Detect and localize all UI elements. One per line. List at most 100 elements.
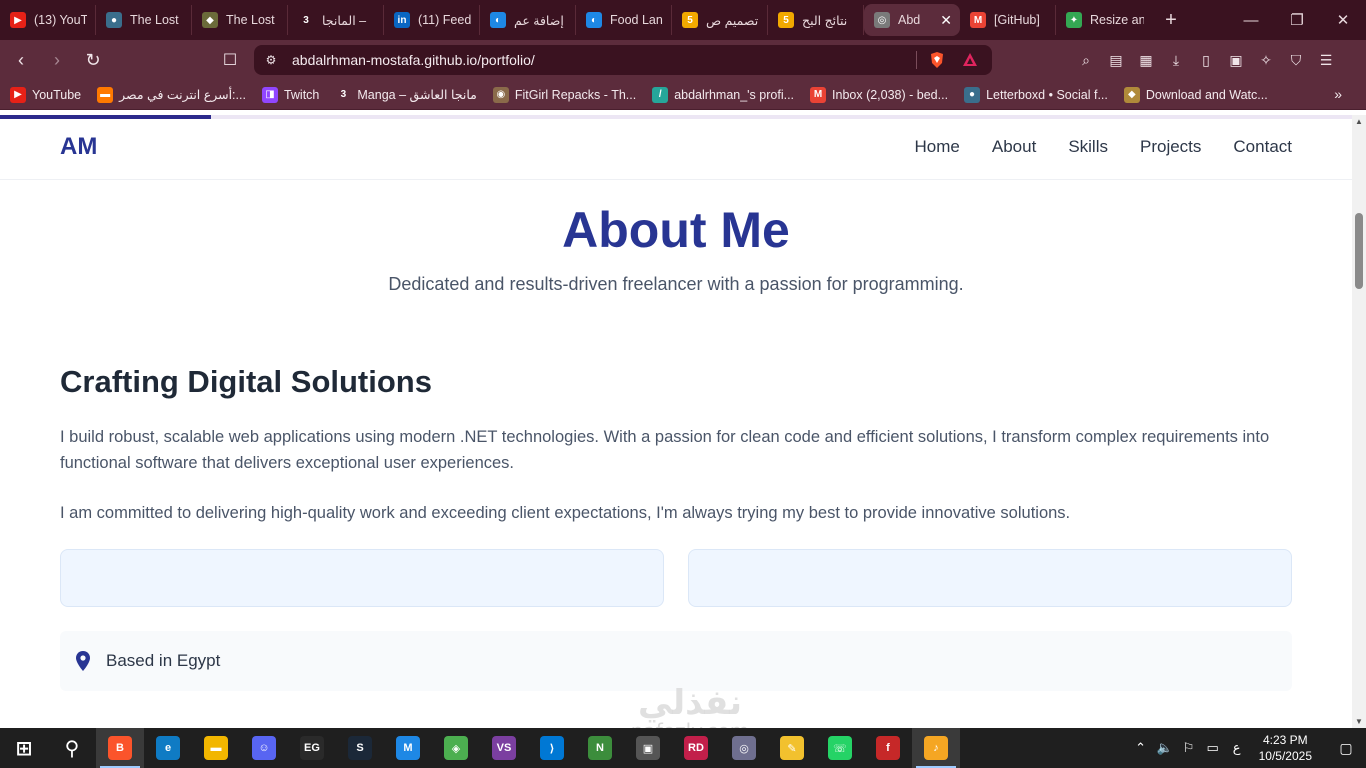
taskbar-app[interactable]: ◎ [720,728,768,768]
taskbar-app[interactable]: ⟩ [528,728,576,768]
taskbar-app[interactable]: ⊞ [0,728,48,768]
sidebar-icon[interactable]: ▯ [1194,48,1218,72]
tab-11[interactable]: ✦ Resize an [1056,5,1152,35]
scroll-down-arrow-icon[interactable]: ▼ [1355,717,1363,726]
scrollbar-thumb[interactable] [1355,213,1363,289]
bookmark-item[interactable]: M Inbox (2,038) - bed... [810,86,948,103]
nav-projects[interactable]: Projects [1140,137,1201,157]
site-settings-icon[interactable]: ⚙ [264,53,278,67]
reader-mode-icon[interactable]: ⌕ [1074,48,1098,72]
notifications-icon[interactable]: ▢ [1326,740,1366,757]
bookmark-item[interactable]: ▶ YouTube [10,86,81,103]
nav-about[interactable]: About [992,137,1036,157]
input-language-indicator[interactable]: ع [1225,740,1249,756]
brave-rewards-icon[interactable] [961,51,979,69]
gmail-icon: M [970,12,986,28]
taskbar-clock[interactable]: 4:23 PM 10/5/2025 [1259,732,1312,764]
swirl-icon: ◐ [490,12,506,28]
url-host: abdalrhman-mostafa.github.io [292,52,478,68]
taskbar-app[interactable]: ☺ [240,728,288,768]
wallet-icon[interactable]: ▣ [1224,48,1248,72]
tab-title: The Lost [130,13,179,27]
tab-10[interactable]: M [GitHub] [960,5,1056,35]
orange-icon: ▬ [97,86,114,103]
forward-button[interactable]: › [42,45,72,75]
taskbar-app[interactable]: f [864,728,912,768]
page-scrollbar[interactable]: ▲ ▼ [1352,115,1366,728]
taskbar-app[interactable]: EG [288,728,336,768]
taskbar-app[interactable]: VS [480,728,528,768]
site-logo[interactable]: AM [60,133,97,161]
maximize-button[interactable]: ❐ [1274,0,1320,40]
tab-7[interactable]: 5 تصميم ص [672,5,768,35]
tab-0[interactable]: ▶ (13) YouTube [0,5,96,35]
tab-4[interactable]: in (11) Feed [384,5,480,35]
url-text[interactable]: abdalrhman-mostafa.github.io/portfolio/ [292,52,535,68]
bookmark-item[interactable]: / abdalrhman_'s profi... [652,86,795,103]
close-window-button[interactable]: ✕ [1320,0,1366,40]
taskbar-app[interactable]: N [576,728,624,768]
tab-2[interactable]: ◆ The Lost [192,5,288,35]
volume-icon[interactable]: 🔈 [1153,740,1177,756]
bookmark-label: Download and Watc... [1145,87,1268,102]
reload-button[interactable]: ↻ [78,45,108,75]
tab-8[interactable]: 5 نتائج البح [768,5,864,35]
taskbar-app[interactable]: ▬ [192,728,240,768]
downloads-icon[interactable]: ⤓ [1164,48,1188,72]
epic-games-icon: EG [300,736,324,760]
qr-code-icon[interactable]: ▦ [1134,48,1158,72]
tab-9[interactable]: ◎ Abd ✕ [864,4,960,36]
bookmark-label: Twitch [283,87,320,102]
address-bar[interactable]: ⚙ abdalrhman-mostafa.github.io/portfolio… [254,45,992,75]
bookmark-item[interactable]: ◨ Twitch [261,86,320,103]
brave-shields-icon[interactable] [928,51,946,69]
more-bookmarks-button[interactable]: » [1334,86,1342,102]
close-tab-icon[interactable]: ✕ [940,12,952,29]
bookmark-label: abdalrhman_'s profi... [674,87,795,102]
minimize-button[interactable]: — [1228,0,1274,40]
bookmark-item[interactable]: ◆ Download and Watc... [1123,86,1268,103]
taskbar-app[interactable]: ▣ [624,728,672,768]
taskbar-app[interactable]: B [96,728,144,768]
page-viewport: AM Home About Skills Projects Contact Ab… [0,115,1352,728]
nafezly-watermark: نفذلي nafezly.com [631,683,749,728]
translate-icon[interactable]: ▤ [1104,48,1128,72]
tab-3[interactable]: 3 المانجا – [288,5,384,35]
taskbar-app[interactable]: e [144,728,192,768]
taskbar-app[interactable]: M [384,728,432,768]
taskbar-app[interactable]: ☏ [816,728,864,768]
menu-icon[interactable]: ☰ [1314,48,1338,72]
leo-ai-icon[interactable]: ✧ [1254,48,1278,72]
bookmark-item[interactable]: ● Letterboxd • Social f... [964,86,1108,103]
info-card-right [688,549,1292,607]
tab-6[interactable]: ◐ Food Lan [576,5,672,35]
bookmark-label: FitGirl Repacks - Th... [514,87,637,102]
vpn-icon[interactable]: ⛉ [1284,48,1308,72]
bookmark-item[interactable]: 3 Manga – مانجا العاشق [335,86,477,103]
meet-now-icon[interactable]: ⚐ [1177,740,1201,756]
taskbar-app[interactable]: ◈ [432,728,480,768]
taskbar-app[interactable]: ♪ [912,728,960,768]
tab-1[interactable]: ● The Lost [96,5,192,35]
new-tab-button[interactable]: + [1156,5,1186,35]
show-hidden-icons-button[interactable]: ⌃ [1129,740,1153,756]
section-title: Crafting Digital Solutions [60,364,432,399]
bookmark-item[interactable]: ◉ FitGirl Repacks - Th... [492,86,637,103]
network-icon[interactable]: ▭ [1201,740,1225,756]
taskbar-app[interactable]: ✎ [768,728,816,768]
nav-skills[interactable]: Skills [1068,137,1108,157]
taskbar-apps: ⊞ ⚲ Be ▬ ☺ EG S M ◈ VS ⟩ N ▣ RD ◎ ✎ ☏ f ♪ [0,728,960,768]
tab-list: ▶ (13) YouTube ● The Lost ◆ The Lost 3 المانجا … [0,0,1152,40]
location-pin-icon [76,651,90,671]
taskbar-app[interactable]: ⚲ [48,728,96,768]
toolbar-icons: ⌕ ▤ ▦ ⤓ ▯ ▣ ✧ ⛉ ☰ [1074,48,1338,72]
bookmark-item[interactable]: ▬ أسرع انترنت في مصر:... [97,86,246,103]
nav-home[interactable]: Home [915,137,960,157]
taskbar-app[interactable]: RD [672,728,720,768]
nav-contact[interactable]: Contact [1233,137,1292,157]
scroll-up-arrow-icon[interactable]: ▲ [1355,117,1363,126]
back-button[interactable]: ‹ [6,45,36,75]
taskbar-app[interactable]: S [336,728,384,768]
tab-5[interactable]: ◐ إضافة عم [480,5,576,35]
bookmark-page-button[interactable]: ☐ [218,45,242,75]
